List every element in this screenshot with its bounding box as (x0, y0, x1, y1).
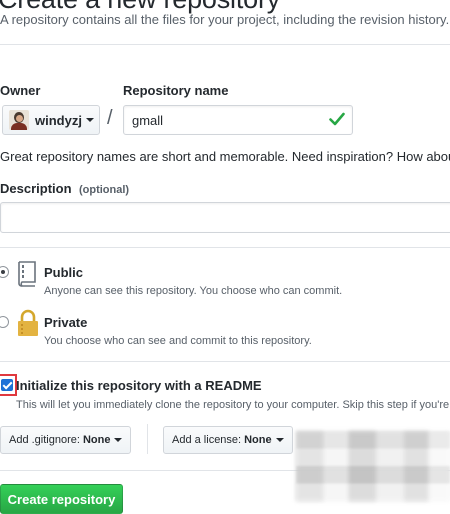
divider (0, 44, 450, 45)
readme-checkbox-highlight (0, 374, 17, 396)
owner-select-button[interactable]: windyzj (2, 105, 100, 135)
check-icon (329, 112, 345, 126)
private-description: You choose who can see and commit to thi… (44, 335, 312, 347)
add-gitignore-button[interactable]: Add .gitignore: None (0, 426, 132, 454)
readme-checkbox[interactable] (1, 379, 13, 391)
license-value: None (244, 434, 272, 446)
caret-down-icon (275, 438, 284, 442)
pixelated-watermark-overlay (296, 431, 450, 501)
create-repository-button[interactable]: Create repository (0, 484, 123, 514)
description-input[interactable] (0, 202, 450, 233)
add-license-button[interactable]: Add a license: None (163, 426, 293, 454)
divider (0, 247, 450, 248)
gitignore-value: None (82, 434, 111, 446)
public-label: Public (44, 265, 84, 280)
repository-name-hint: Great repository names are short and mem… (0, 149, 450, 164)
avatar (9, 110, 29, 130)
caret-down-icon (114, 438, 123, 442)
owner-repo-separator: / (107, 107, 113, 129)
divider (0, 361, 450, 362)
license-label: Add a license: (172, 434, 242, 446)
description-optional: (optional) (78, 184, 130, 196)
owner-label: Owner (0, 83, 41, 98)
readme-label: Initialize this repository with a README (16, 378, 262, 393)
repository-name-input[interactable] (123, 105, 353, 135)
public-description: Anyone can see this repository. You choo… (44, 285, 343, 297)
readme-description: This will let you immediately clone the … (16, 399, 450, 411)
private-radio[interactable] (0, 316, 9, 328)
caret-down-icon (85, 118, 94, 122)
page-subtitle: A repository contains all the files for … (0, 12, 450, 27)
owner-username: windyzj (35, 112, 82, 128)
public-radio[interactable] (0, 266, 9, 278)
vertical-divider (147, 424, 148, 454)
private-label: Private (44, 315, 88, 330)
repo-book-icon (18, 261, 36, 287)
description-label-group: Description (optional) (0, 180, 129, 198)
description-label: Description (0, 181, 72, 196)
repository-name-label: Repository name (123, 83, 229, 98)
lock-icon (18, 309, 38, 336)
gitignore-label: Add .gitignore: (9, 434, 80, 446)
